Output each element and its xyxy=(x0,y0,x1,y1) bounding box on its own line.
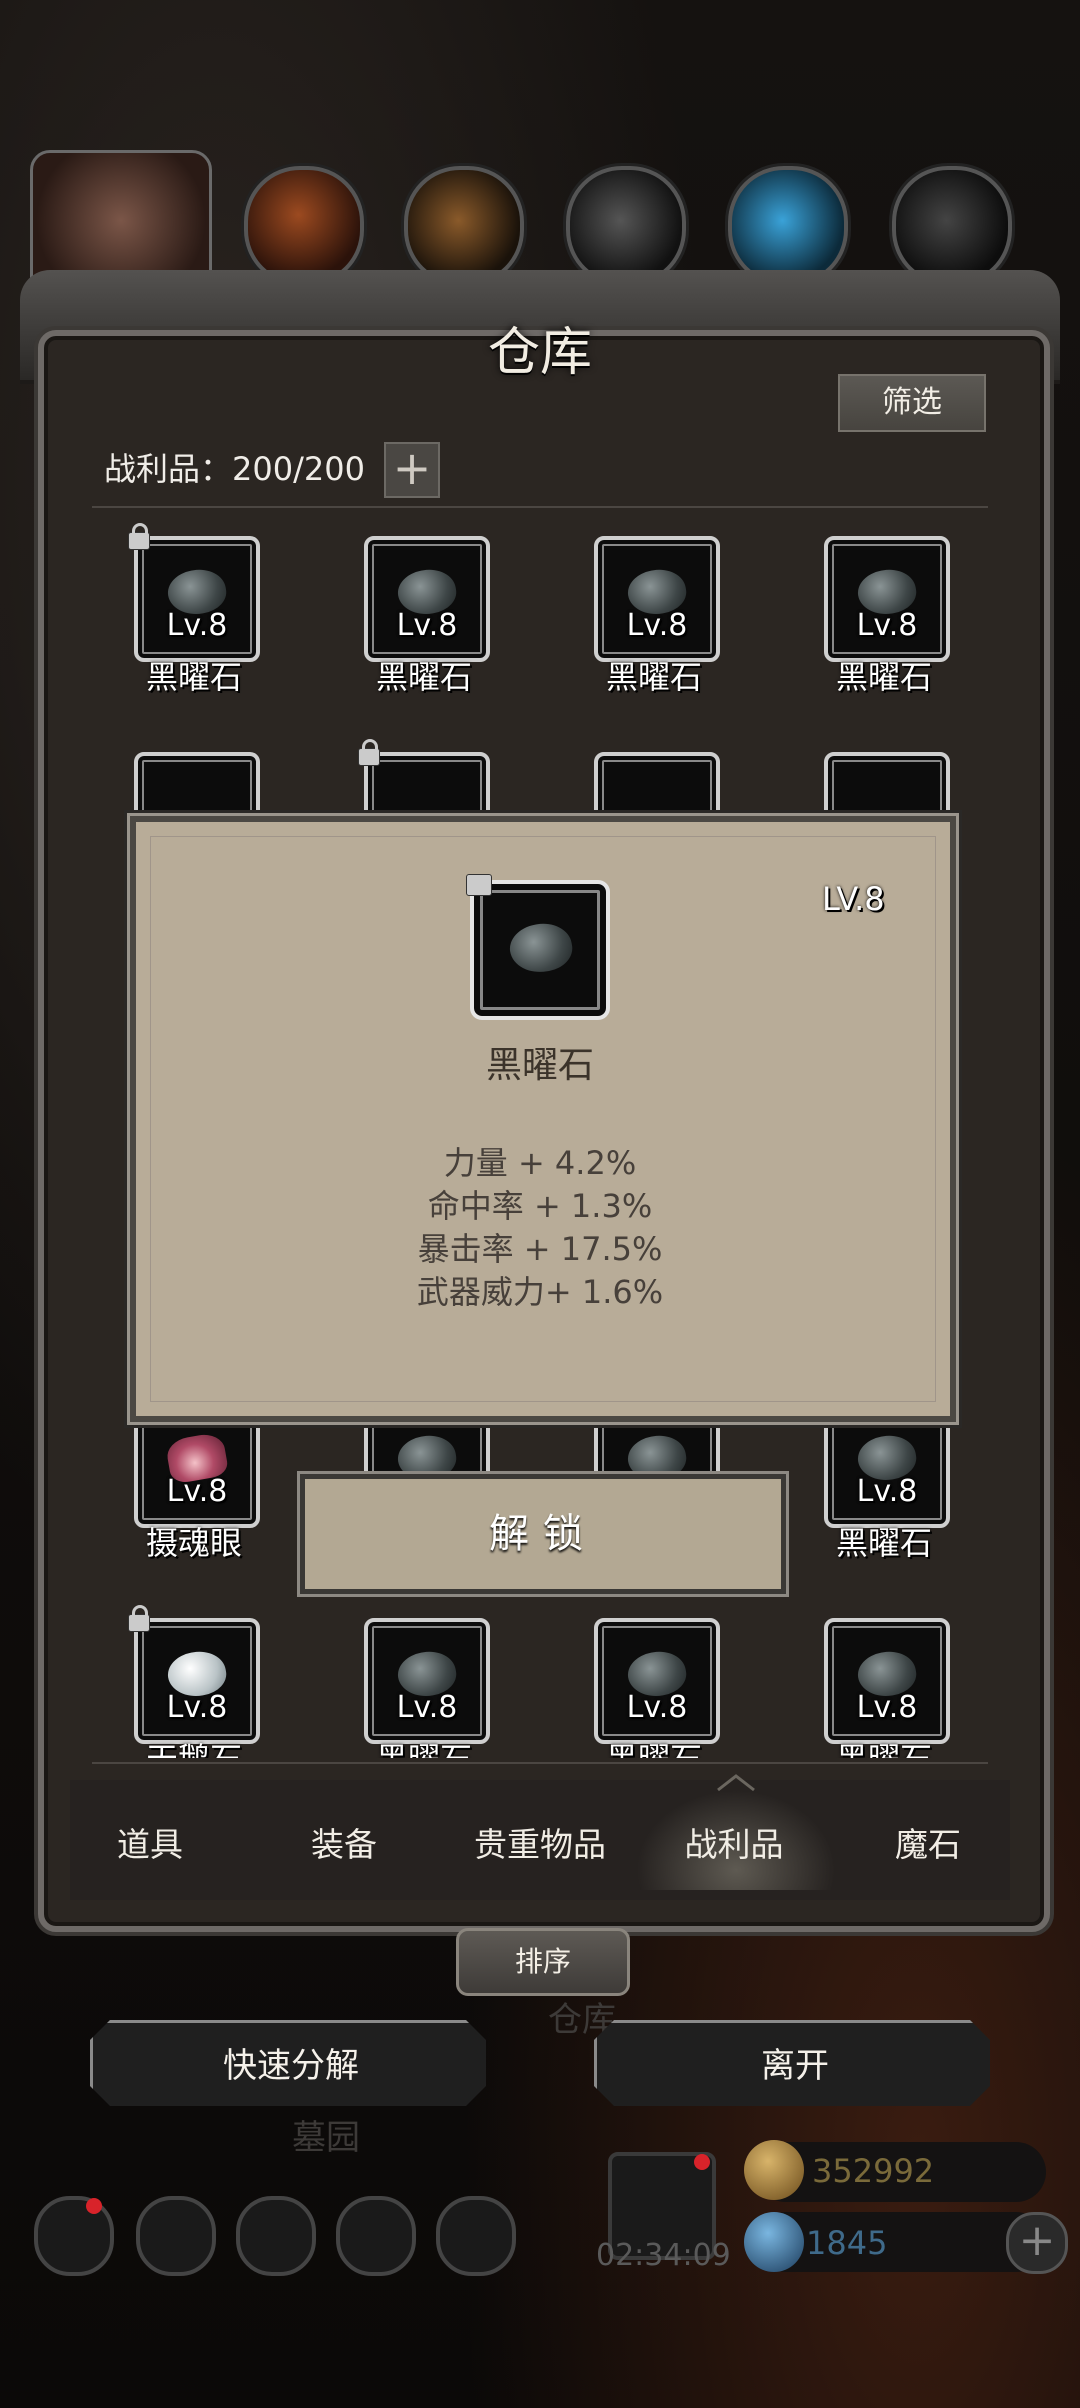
stone-icon[interactable] xyxy=(566,166,686,286)
item-level: Lv.8 xyxy=(626,1690,688,1725)
item-level: Lv.8 xyxy=(166,1690,228,1725)
item-level: Lv.8 xyxy=(856,1474,918,1509)
obsidian-icon xyxy=(506,918,576,978)
notification-dot xyxy=(86,2198,102,2214)
lock-icon xyxy=(128,523,150,550)
stat-line: 暴击率 + 17.5% xyxy=(417,1230,663,1268)
inventory-slot[interactable]: Lv.8 xyxy=(128,523,260,662)
tab-spoils[interactable]: 战利品 xyxy=(644,1818,824,1866)
notification-dot xyxy=(694,2154,710,2170)
item-level: Lv.8 xyxy=(166,1474,228,1509)
tab-equipment[interactable]: 装备 xyxy=(254,1818,434,1866)
item-name: 黑曜石 xyxy=(145,658,242,696)
leave-button[interactable]: 离开 xyxy=(594,2020,990,2106)
unlock-button[interactable]: 解锁 xyxy=(300,1474,786,1594)
item-level: LV.8 xyxy=(822,880,885,918)
item-level: Lv.8 xyxy=(856,608,918,643)
sort-button[interactable]: 排序 xyxy=(456,1928,630,1996)
gem-amount: 1845 xyxy=(806,2224,888,2262)
crystal-icon[interactable] xyxy=(728,166,848,286)
stat-line: 力量 + 4.2% xyxy=(443,1144,637,1182)
lock-icon xyxy=(466,874,492,896)
inventory-slot[interactable]: Lv.8 xyxy=(824,536,950,662)
star-icon[interactable] xyxy=(136,2196,216,2276)
item-name: 摄魂眼 xyxy=(145,1524,242,1562)
item-name: 黑曜石 xyxy=(784,1734,984,1758)
meat-icon[interactable] xyxy=(244,166,364,286)
expand-capacity-button[interactable]: + xyxy=(384,442,440,498)
item-name: 黑曜石 xyxy=(835,658,932,696)
lock-icon xyxy=(128,1605,150,1632)
inventory-slot[interactable]: Lv.8 xyxy=(824,1618,950,1744)
gift-timer: 02:34:09 xyxy=(596,2238,731,2273)
iron-icon[interactable] xyxy=(892,166,1012,286)
quick-decompose-button[interactable]: 快速分解 xyxy=(90,2020,486,2106)
wood-icon[interactable] xyxy=(404,166,524,286)
inventory-slot[interactable]: Lv.8 xyxy=(128,1605,260,1744)
divider xyxy=(92,1762,988,1764)
box-icon[interactable] xyxy=(436,2196,516,2276)
tab-items[interactable]: 道具 xyxy=(60,1818,240,1866)
item-name: 黑曜石 xyxy=(605,658,702,696)
lock-icon xyxy=(358,739,380,766)
item-name: 天鹅石 xyxy=(94,1734,294,1758)
item-preview xyxy=(470,880,610,1020)
mail-icon[interactable] xyxy=(336,2196,416,2276)
filter-button[interactable]: 筛选 xyxy=(838,374,986,432)
item-name: 黑曜石 xyxy=(375,658,472,696)
item-level: Lv.8 xyxy=(396,608,458,643)
tab-magic-stones[interactable]: 魔石 xyxy=(838,1818,1018,1866)
item-name: 黑曜石 xyxy=(554,1734,754,1758)
item-level: Lv.8 xyxy=(396,1690,458,1725)
item-level: Lv.8 xyxy=(166,608,228,643)
item-name: 黑曜石 xyxy=(835,1524,932,1562)
inventory-slot[interactable]: Lv.8 xyxy=(364,1618,490,1744)
gem-icon xyxy=(744,2212,804,2272)
gold-coin-icon xyxy=(744,2140,804,2200)
stat-line: 武器威力+ 1.6% xyxy=(416,1273,664,1311)
inventory-slot[interactable]: Lv.8 xyxy=(594,536,720,662)
tab-valuables[interactable]: 贵重物品 xyxy=(450,1818,630,1866)
page-title: 仓库 xyxy=(487,323,592,383)
stat-line: 命中率 + 1.3% xyxy=(427,1187,653,1225)
divider xyxy=(92,506,988,508)
settings-icon[interactable] xyxy=(34,2196,114,2276)
item-name: 黑曜石 xyxy=(324,1734,524,1758)
gold-amount: 352992 xyxy=(812,2152,935,2190)
background-label-graveyard: 墓园 xyxy=(292,2118,360,2158)
spoils-capacity: 战利品：200/200 xyxy=(104,450,365,488)
item-level: Lv.8 xyxy=(856,1690,918,1725)
add-gems-button[interactable]: + xyxy=(1006,2212,1068,2274)
item-name: 黑曜石 xyxy=(485,1045,594,1086)
chevron-up-icon xyxy=(717,1774,755,1792)
inventory-slot[interactable]: Lv.8 xyxy=(364,536,490,662)
map-icon[interactable] xyxy=(236,2196,316,2276)
item-level: Lv.8 xyxy=(626,608,688,643)
inventory-slot[interactable]: Lv.8 xyxy=(594,1618,720,1744)
